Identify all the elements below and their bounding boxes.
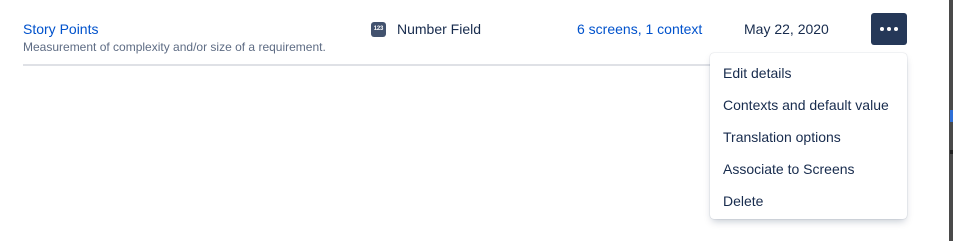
menu-item-delete[interactable]: Delete	[710, 185, 907, 217]
menu-item-edit-details[interactable]: Edit details	[710, 57, 907, 89]
menu-item-contexts-default-value[interactable]: Contexts and default value	[710, 89, 907, 121]
field-type: 123 Number Field	[371, 20, 481, 38]
last-used-date: May 22, 2020	[744, 21, 829, 37]
menu-item-translation-options[interactable]: Translation options	[710, 121, 907, 153]
more-horizontal-icon	[880, 27, 898, 31]
more-actions-button[interactable]	[871, 13, 907, 45]
field-type-label: Number Field	[397, 21, 482, 37]
number-field-icon: 123	[371, 21, 386, 37]
actions-dropdown-menu: Edit details Contexts and default value …	[710, 53, 907, 219]
menu-item-associate-to-screens[interactable]: Associate to Screens	[710, 153, 907, 185]
screens-contexts-link[interactable]: 6 screens, 1 context	[577, 20, 702, 38]
field-description: Measurement of complexity and/or size of…	[23, 40, 326, 54]
custom-fields-page: Story Points Measurement of complexity a…	[0, 0, 953, 241]
field-name-link[interactable]: Story Points	[23, 20, 98, 38]
